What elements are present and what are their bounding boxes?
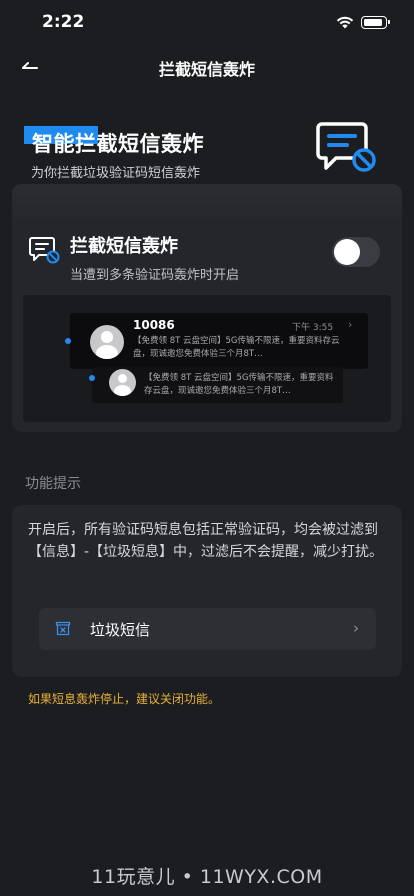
feature-subtitle: 当遭到多条验证码轰炸时开启 [70,268,240,283]
message-time: 下午 3:55 [292,323,334,333]
intercept-card: 拦截短信轰炸 当遭到多条验证码轰炸时开启 10086 下午 3:55 › 【免费… [12,184,402,432]
section-label: 功能提示 [25,476,81,492]
wifi-icon [336,16,354,29]
avatar-icon [109,369,136,396]
hero-subtitle: 为你拦截垃圾验证码短信轰炸 [31,166,201,181]
toggle-knob [334,239,360,265]
message-block-icon [316,122,376,172]
trash-box-icon [55,621,71,636]
status-time: 2:22 [42,12,85,32]
message-text: 【免费领 8T 云盘空间】5G传输不限速，重要资料存云盘，现诚邀您免费体验三个月… [144,373,334,396]
status-bar: 2:22 [0,0,414,46]
hero-title: 智能拦截短信轰炸 [32,132,204,156]
warning-text: 如果短息轰炸停止，建议关闭功能。 [28,692,221,706]
tips-card: 开启后，所有验证码短息包括正常验证码，均会被过滤到【信息】-【垃圾短息】中，过滤… [12,505,402,677]
battery-icon [361,16,390,29]
preview-message: 10086 下午 3:55 › 【免费领 8T 云盘空间】5G传输不限速，重要资… [65,313,368,369]
unread-dot [65,338,71,344]
sms-preview: 10086 下午 3:55 › 【免费领 8T 云盘空间】5G传输不限速，重要资… [23,295,391,422]
message-sender: 10086 [133,318,175,332]
message-block-icon [29,237,60,264]
avatar-icon [90,325,124,359]
chevron-right-icon: › [353,619,359,637]
junk-sms-row[interactable]: 垃圾短信 › [39,608,376,650]
tips-text: 开启后，所有验证码短息包括正常验证码，均会被过滤到【信息】-【垃圾短息】中，过滤… [28,522,384,560]
page-title: 拦截短信轰炸 [158,60,255,79]
preview-message: 【免费领 8T 云盘空间】5G传输不限速，重要资料存云盘，现诚邀您免费体验三个月… [89,367,343,403]
message-text: 【免费领 8T 云盘空间】5G传输不限速，重要资料存云盘，现诚邀您免费体验三个月… [133,336,340,359]
feature-title: 拦截短信轰炸 [70,236,178,257]
intercept-toggle[interactable] [332,237,380,267]
watermark: 11玩意儿 • 11WYX.COM [91,866,323,888]
chevron-right-icon: › [348,318,353,331]
unread-dot [89,375,95,381]
junk-sms-label: 垃圾短信 [90,621,151,639]
